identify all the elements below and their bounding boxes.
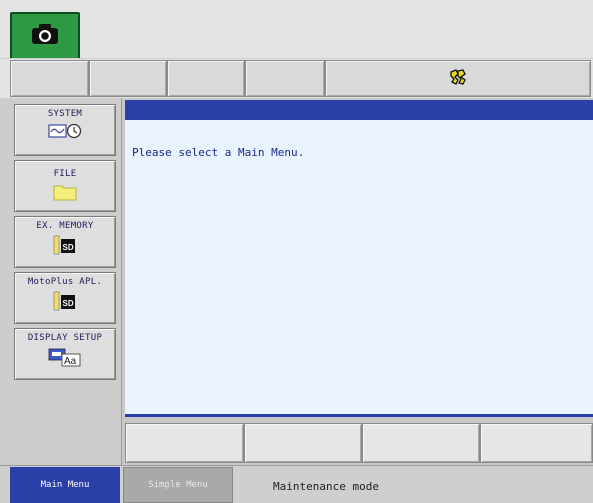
menu-button-file[interactable]: FILE <box>14 160 116 212</box>
simple-menu-button[interactable]: Simple Menu <box>123 467 233 503</box>
function-button-3[interactable] <box>362 423 480 463</box>
sd-card-icon: SD <box>53 235 77 255</box>
tab-3[interactable] <box>167 60 245 97</box>
screenshot-button[interactable] <box>10 12 80 60</box>
folder-icon <box>53 183 77 201</box>
function-button-2[interactable] <box>244 423 362 463</box>
display-setup-icon: Aa <box>48 347 82 367</box>
menu-label-display-setup: DISPLAY SETUP <box>27 333 103 343</box>
menu-button-motoplus-apl[interactable]: MotoPlus APL. SD <box>14 272 116 324</box>
tab-4[interactable] <box>245 60 325 97</box>
menu-label-system: SYSTEM <box>47 109 83 119</box>
menu-button-ex-memory[interactable]: EX. MEMORY SD <box>14 216 116 268</box>
mode-status-text: Maintenance mode <box>273 480 379 493</box>
robot-status-icon <box>449 68 467 90</box>
function-button-4[interactable] <box>480 423 593 463</box>
svg-text:SD: SD <box>63 243 74 252</box>
main-message: Please select a Main Menu. <box>132 146 305 159</box>
main-content-area: Please select a Main Menu. <box>125 120 593 417</box>
menu-button-system[interactable]: SYSTEM <box>14 104 116 156</box>
tab-1[interactable] <box>10 60 89 97</box>
function-button-1[interactable] <box>125 423 244 463</box>
main-title-bar <box>125 100 593 120</box>
svg-text:Aa: Aa <box>64 356 77 367</box>
main-menu-button[interactable]: Main Menu <box>10 467 120 503</box>
menu-button-display-setup[interactable]: DISPLAY SETUP Aa <box>14 328 116 380</box>
status-area <box>325 60 591 97</box>
system-icon <box>48 123 82 139</box>
menu-label-file: FILE <box>53 169 77 179</box>
sd-card-icon: SD <box>53 291 77 311</box>
camera-icon <box>31 23 59 49</box>
menu-label-ex-memory: EX. MEMORY <box>36 221 94 231</box>
top-bar <box>0 0 593 58</box>
tab-2[interactable] <box>89 60 167 97</box>
menu-label-motoplus-apl: MotoPlus APL. <box>27 277 103 287</box>
svg-text:SD: SD <box>63 299 74 308</box>
